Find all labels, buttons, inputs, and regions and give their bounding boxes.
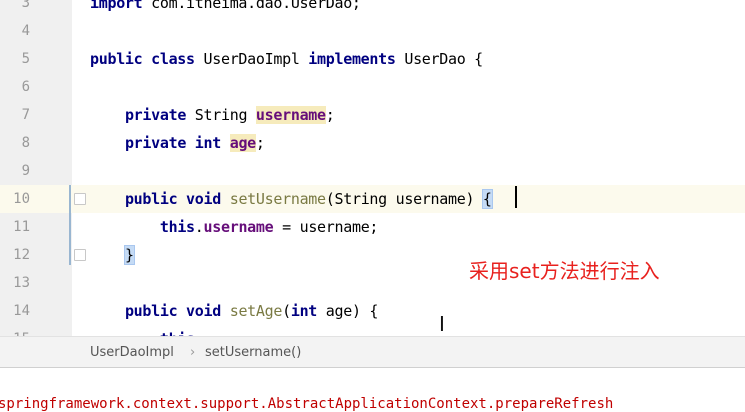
line-number: 5 bbox=[21, 51, 30, 67]
line-code[interactable]: public class UserDaoImpl implements User… bbox=[90, 50, 483, 68]
breadcrumb-separator-icon: › bbox=[190, 345, 196, 360]
line-code[interactable]: private String username; bbox=[90, 106, 335, 124]
breadcrumb: UserDaoImpl › setUsername() bbox=[0, 336, 745, 367]
line-code[interactable]: import com.itheima.dao.UserDao; bbox=[90, 0, 361, 12]
console-output-line: springframework.context.support.Abstract… bbox=[0, 396, 614, 412]
code-line[interactable]: 7 private String username; bbox=[0, 101, 745, 129]
code-line[interactable]: 6 bbox=[0, 73, 745, 101]
line-number: 12 bbox=[13, 247, 30, 263]
vcs-change-marker[interactable] bbox=[69, 185, 71, 265]
line-code[interactable]: public void setAge(int age) { bbox=[90, 302, 379, 320]
code-line[interactable]: 5 public class UserDaoImpl implements Us… bbox=[0, 45, 745, 73]
fold-marker-icon[interactable] bbox=[74, 193, 86, 205]
line-number: 3 bbox=[21, 0, 30, 11]
line-number: 10 bbox=[13, 191, 30, 207]
breadcrumb-method[interactable]: setUsername() bbox=[205, 345, 301, 360]
ibeam-cursor-icon: I bbox=[439, 312, 445, 336]
code-line[interactable]: 15 this bbox=[0, 325, 745, 336]
code-line[interactable]: 3 import com.itheima.dao.UserDao; bbox=[0, 0, 745, 17]
line-code[interactable]: private int age; bbox=[90, 134, 265, 152]
line-code[interactable]: this.username = username; bbox=[90, 218, 379, 236]
console-panel[interactable]: springframework.context.support.Abstract… bbox=[0, 367, 745, 412]
line-number: 4 bbox=[21, 23, 30, 39]
line-code[interactable]: } bbox=[90, 245, 135, 265]
text-caret bbox=[515, 186, 517, 208]
code-editor[interactable]: 3 import com.itheima.dao.UserDao; 4 5 pu… bbox=[0, 0, 745, 336]
line-number: 13 bbox=[13, 275, 30, 291]
line-number: 7 bbox=[21, 107, 30, 123]
annotation-text: 采用set方法进行注入 bbox=[469, 259, 660, 283]
line-number: 8 bbox=[21, 135, 30, 151]
code-line[interactable]: 14 public void setAge(int age) { bbox=[0, 297, 745, 325]
line-number: 14 bbox=[13, 303, 30, 319]
line-code[interactable]: public void setUsername(String username)… bbox=[90, 189, 493, 209]
line-number: 11 bbox=[13, 219, 30, 235]
code-line-current[interactable]: 10 public void setUsername(String userna… bbox=[0, 185, 745, 213]
breadcrumb-class[interactable]: UserDaoImpl bbox=[90, 345, 174, 360]
line-number: 9 bbox=[21, 163, 30, 179]
code-line[interactable]: 4 bbox=[0, 17, 745, 45]
fold-marker-icon[interactable] bbox=[74, 249, 86, 261]
code-line[interactable]: 11 this.username = username; bbox=[0, 213, 745, 241]
line-number: 6 bbox=[21, 79, 30, 95]
code-line[interactable]: 9 bbox=[0, 157, 745, 185]
code-line[interactable]: 8 private int age; bbox=[0, 129, 745, 157]
